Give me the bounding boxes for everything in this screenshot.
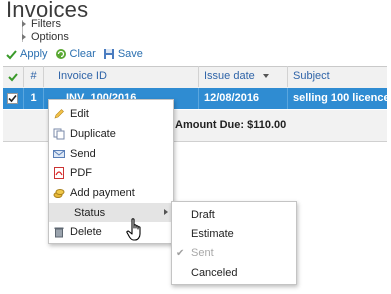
- subject-column-header[interactable]: Subject: [288, 66, 387, 87]
- issue-date-column-header[interactable]: Issue date: [199, 66, 288, 87]
- options-label: Options: [31, 31, 69, 43]
- check-icon: [6, 49, 17, 59]
- save-button[interactable]: Save: [103, 48, 143, 60]
- submenu-arrow-icon: [164, 209, 168, 215]
- menu-item-duplicate[interactable]: Duplicate: [49, 124, 173, 143]
- envelope-icon: [53, 148, 65, 160]
- expand-triangle-icon: [22, 34, 26, 40]
- apply-label: Apply: [20, 48, 48, 60]
- menu-item-send[interactable]: Send: [49, 144, 173, 163]
- menu-item-label: Duplicate: [70, 127, 116, 140]
- expand-triangle-icon: [22, 21, 26, 27]
- filters-panel-toggle[interactable]: Filters: [22, 18, 61, 30]
- row-subject: selling 100 licence: [293, 92, 387, 104]
- menu-item-delete[interactable]: Delete: [49, 222, 173, 241]
- toolbar: Apply Clear Save: [6, 46, 150, 62]
- menu-item-label: Edit: [70, 107, 89, 120]
- status-submenu: Draft Estimate ✔ Sent Canceled: [171, 201, 297, 285]
- status-option-draft[interactable]: Draft: [172, 206, 296, 225]
- row-checkbox-cell[interactable]: [3, 88, 24, 109]
- clear-label: Clear: [69, 48, 96, 60]
- duplicate-icon: [53, 128, 65, 140]
- menu-item-label: Add payment: [70, 186, 135, 199]
- issue-date-header-label: Issue date: [204, 70, 255, 82]
- menu-item-label: PDF: [70, 166, 92, 179]
- menu-item-pdf[interactable]: PDF: [49, 163, 173, 182]
- row-issue-date: 12/08/2016: [199, 88, 288, 109]
- options-panel-toggle[interactable]: Options: [22, 31, 69, 43]
- checkmark-icon: ✔: [176, 248, 185, 259]
- row-context-menu: Edit Duplicate Send PDF Add payment Stat…: [48, 99, 174, 244]
- trash-icon: [53, 226, 65, 238]
- check-icon: [8, 73, 18, 82]
- pencil-icon: [53, 108, 65, 120]
- menu-item-label: Send: [70, 147, 96, 160]
- checkmark-icon: [8, 94, 17, 103]
- clear-button[interactable]: Clear: [55, 48, 96, 60]
- coins-icon: [53, 187, 65, 199]
- status-option-label: Sent: [191, 247, 214, 259]
- menu-item-add-payment[interactable]: Add payment: [49, 183, 173, 202]
- floppy-disk-icon: [103, 49, 114, 59]
- row-number: 1: [24, 88, 44, 109]
- menu-item-edit[interactable]: Edit: [49, 104, 173, 123]
- invoice-id-column-header[interactable]: Invoice ID: [44, 66, 199, 87]
- refresh-icon: [55, 49, 66, 59]
- amount-due-total: Amount Due: $110.00: [175, 119, 287, 131]
- menu-item-label: Delete: [70, 225, 102, 238]
- save-label: Save: [117, 48, 143, 60]
- apply-button[interactable]: Apply: [6, 48, 48, 60]
- row-checkbox[interactable]: [7, 93, 18, 104]
- hand-pointer-cursor-icon: [126, 218, 141, 241]
- filters-label: Filters: [31, 18, 61, 30]
- status-option-estimate[interactable]: Estimate: [172, 225, 296, 244]
- number-column-header[interactable]: #: [24, 66, 44, 87]
- sort-descending-icon: [262, 74, 269, 79]
- status-option-sent[interactable]: ✔ Sent: [172, 244, 296, 263]
- select-all-header[interactable]: [3, 66, 24, 87]
- pdf-icon: [53, 166, 65, 179]
- status-option-canceled[interactable]: Canceled: [172, 264, 296, 283]
- menu-item-status[interactable]: Status: [49, 203, 173, 222]
- menu-item-label: Status: [74, 206, 106, 219]
